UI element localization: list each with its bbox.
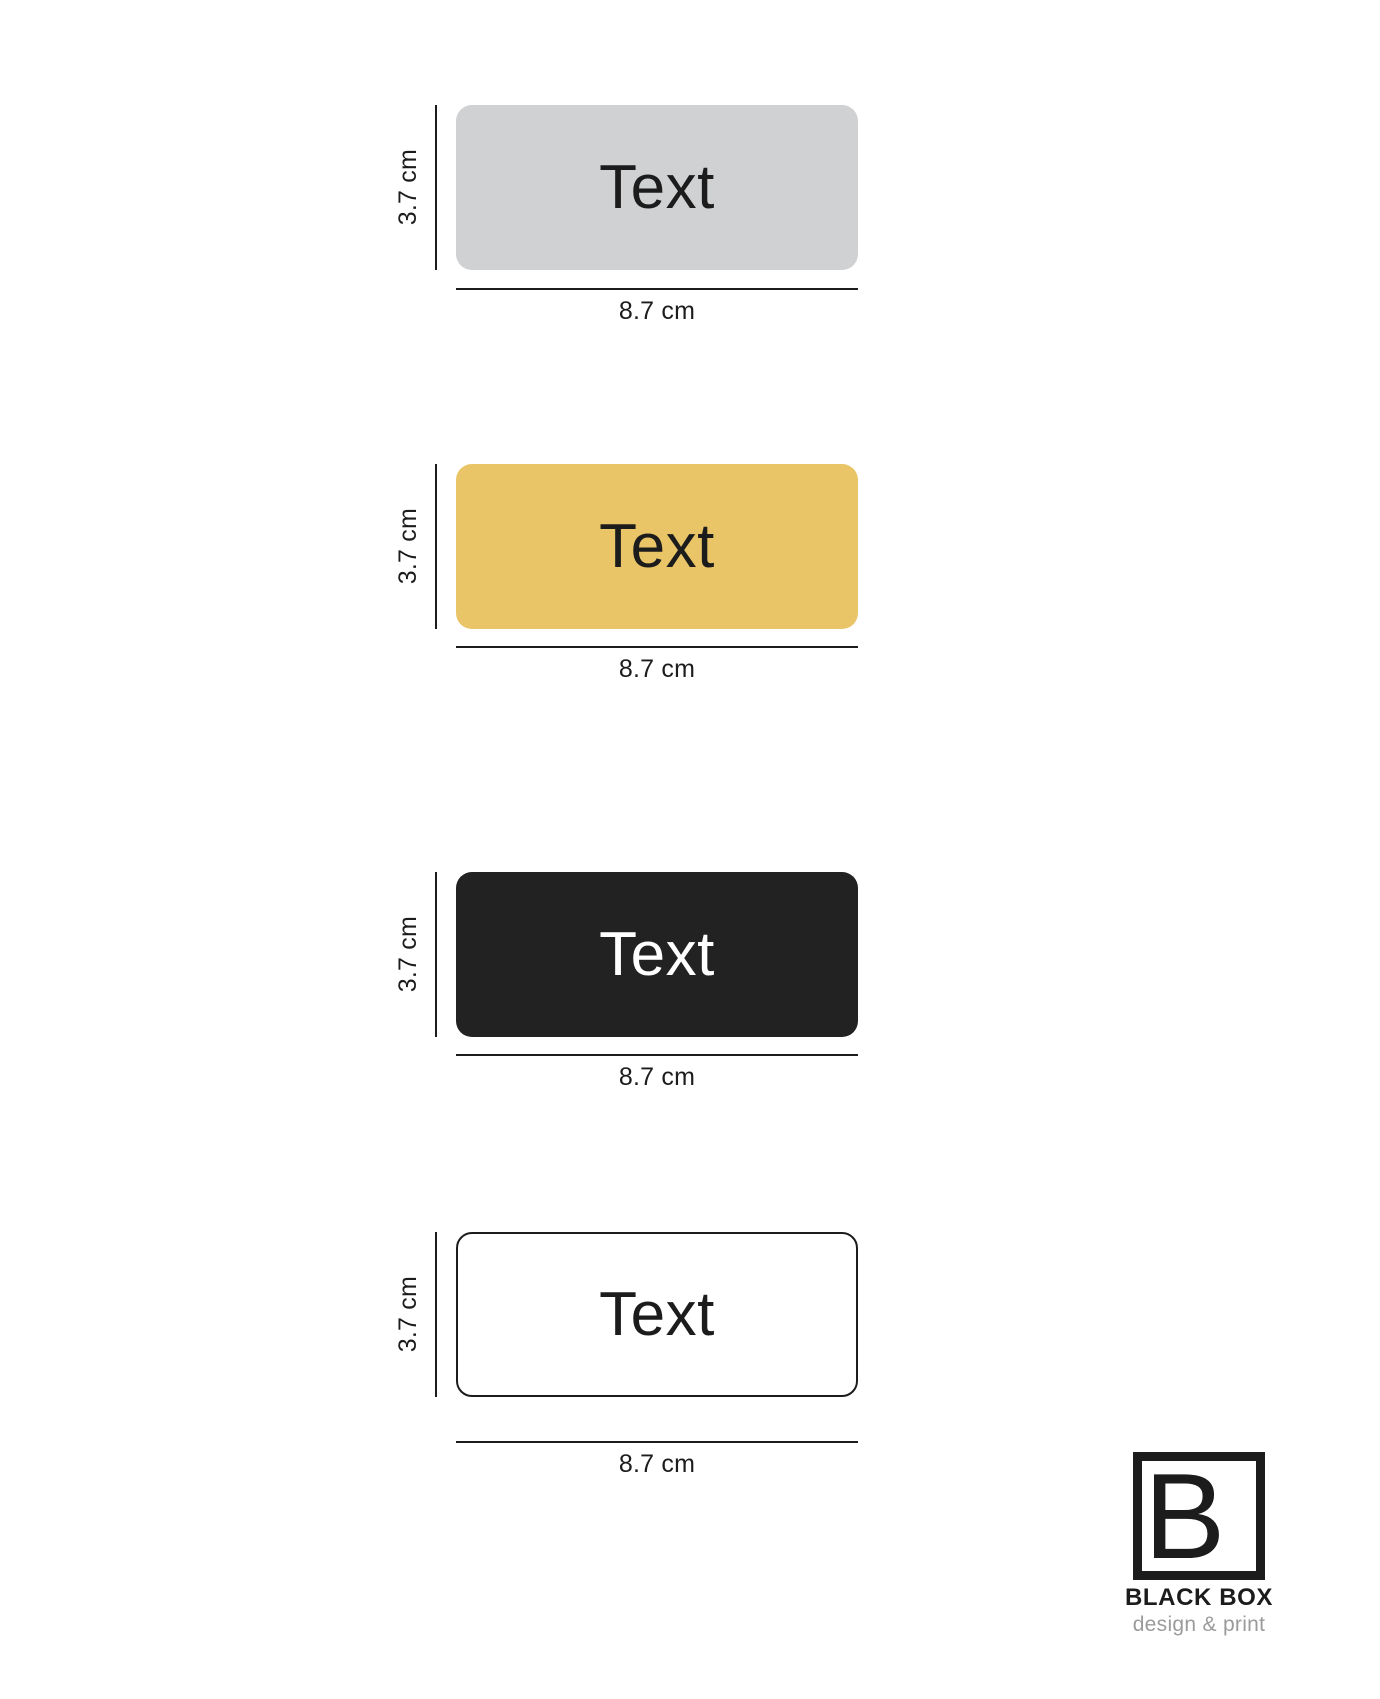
height-dimension-white: 3.7 cm (394, 1232, 437, 1397)
label-plate-white[interactable]: Text (456, 1232, 858, 1397)
height-dimension-gold: 3.7 cm (394, 464, 437, 629)
width-dimension-label: 8.7 cm (618, 655, 696, 683)
product-spec-sheet: 3.7 cm Text 8.7 cm 3.7 cm Text 8.7 cm 3.… (0, 0, 1380, 1699)
plate-text: Text (599, 152, 715, 222)
height-dimension-rule (435, 872, 437, 1037)
plate-text: Text (599, 1279, 715, 1349)
width-dimension-rule (456, 1441, 858, 1443)
plate-text: Text (599, 919, 715, 989)
swatch-row-white: 3.7 cm Text (0, 1232, 1380, 1397)
label-plate-black[interactable]: Text (456, 872, 858, 1037)
height-dimension-rule (435, 105, 437, 270)
height-dimension-rule (435, 1232, 437, 1397)
width-dimension-white: 8.7 cm (456, 1441, 858, 1479)
width-dimension-gold: 8.7 cm (456, 646, 858, 684)
logo-letter-b: B (1144, 1448, 1226, 1584)
width-dimension-rule (456, 646, 858, 648)
logo-mark-icon: B (1133, 1452, 1265, 1580)
height-dimension-black: 3.7 cm (394, 872, 437, 1037)
width-dimension-black: 8.7 cm (456, 1054, 858, 1092)
width-dimension-grey: 8.7 cm (456, 288, 858, 326)
label-plate-gold[interactable]: Text (456, 464, 858, 629)
swatch-row-grey: 3.7 cm Text (0, 105, 1380, 270)
logo-tagline: design & print (1132, 1613, 1266, 1636)
width-dimension-label: 8.7 cm (618, 1063, 696, 1091)
height-dimension-label: 3.7 cm (394, 916, 422, 993)
width-dimension-rule (456, 1054, 858, 1056)
width-dimension-rule (456, 288, 858, 290)
plate-text: Text (599, 511, 715, 581)
height-dimension-rule (435, 464, 437, 629)
swatch-row-black: 3.7 cm Text (0, 872, 1380, 1037)
swatch-row-gold: 3.7 cm Text (0, 464, 1380, 629)
label-plate-grey[interactable]: Text (456, 105, 858, 270)
height-dimension-grey: 3.7 cm (394, 105, 437, 270)
width-dimension-label: 8.7 cm (618, 1450, 696, 1478)
height-dimension-label: 3.7 cm (394, 1276, 422, 1353)
height-dimension-label: 3.7 cm (394, 508, 422, 585)
logo-brand-name: BLACK BOX (1124, 1584, 1274, 1611)
brand-logo: B BLACK BOX design & print (1084, 1452, 1314, 1637)
height-dimension-label: 3.7 cm (394, 149, 422, 226)
width-dimension-label: 8.7 cm (618, 297, 696, 325)
